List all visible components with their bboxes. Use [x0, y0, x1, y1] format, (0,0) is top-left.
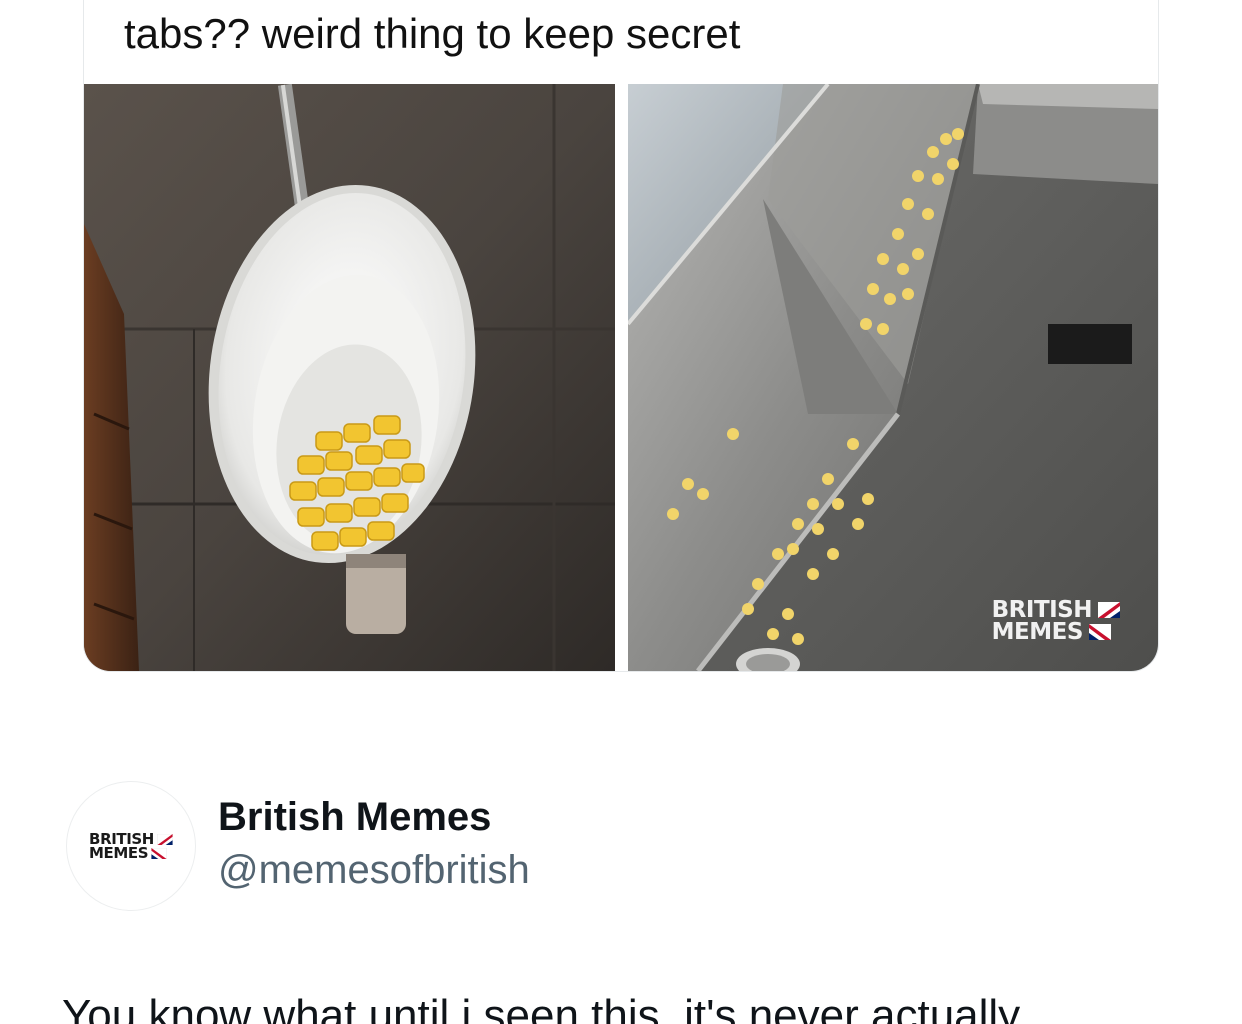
- quoted-tweet-text: tabs?? weird thing to keep secret: [124, 10, 741, 57]
- author-handle[interactable]: @memesofbritish: [218, 848, 530, 893]
- urinal-photo-graphic: [84, 84, 615, 671]
- trough-urinal-photo-graphic: [628, 84, 1158, 671]
- avatar-logo: BRITISH MEMES: [89, 832, 173, 862]
- tweet-text: You know what until i seen this, it's ne…: [62, 991, 1021, 1024]
- avatar[interactable]: BRITISH MEMES: [66, 781, 196, 911]
- watermark: BRITISH MEMES: [991, 597, 1120, 645]
- author-display-name[interactable]: British Memes: [218, 795, 491, 840]
- tweet-screenshot: tabs?? weird thing to keep secret BRITIS…: [0, 0, 1242, 1024]
- avatar-logo-line2: MEMES: [89, 844, 149, 862]
- union-flag-icon: [157, 833, 173, 845]
- watermark-line1: BRITISH: [991, 597, 1093, 623]
- union-flag-icon: [151, 847, 167, 859]
- quoted-tweet-media[interactable]: BRITISH MEMES: [84, 84, 1158, 671]
- urinal-photo[interactable]: [84, 84, 615, 671]
- union-flag-icon: [1098, 602, 1120, 618]
- watermark-line2: MEMES: [991, 619, 1084, 645]
- trough-urinal-photo[interactable]: [628, 84, 1158, 671]
- union-flag-icon: [1088, 624, 1111, 640]
- quoted-tweet-card[interactable]: tabs?? weird thing to keep secret BRITIS…: [83, 0, 1159, 672]
